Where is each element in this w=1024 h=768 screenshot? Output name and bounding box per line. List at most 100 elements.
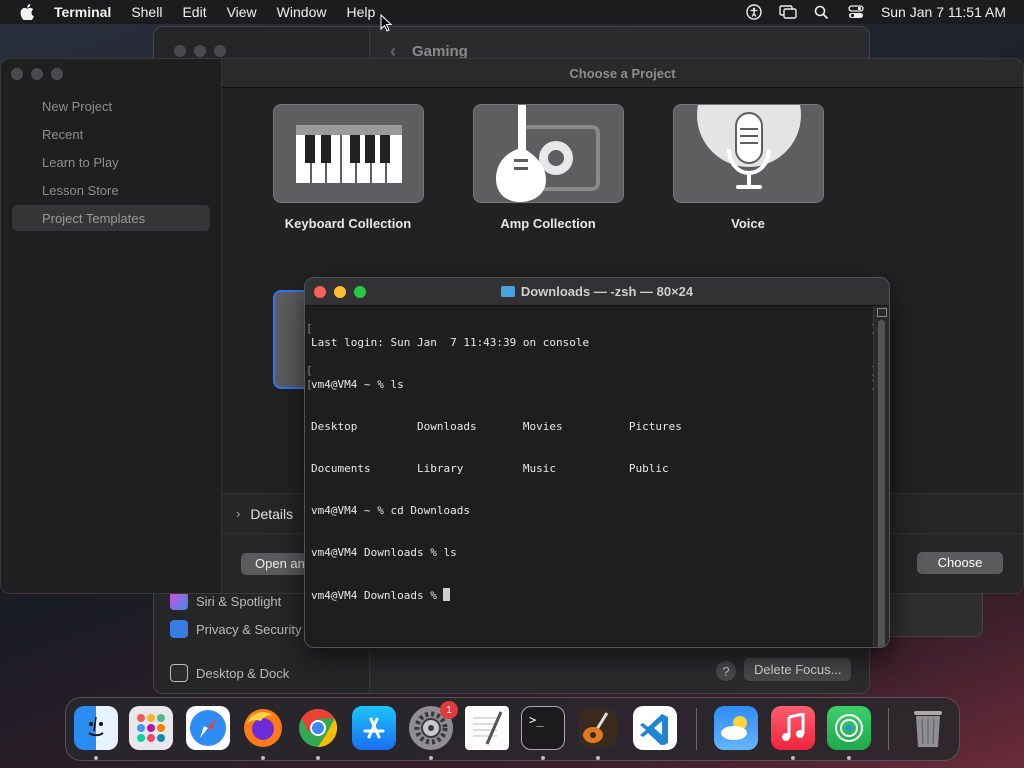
help-button[interactable]: ? — [716, 661, 736, 681]
control-center-icon[interactable] — [847, 3, 865, 21]
choose-button[interactable]: Choose — [917, 552, 1003, 574]
terminal-window: Downloads — -zsh — 80×24 Last login: Sun… — [304, 277, 890, 648]
running-indicator — [596, 756, 600, 760]
terminal-line: vm4@VM4 ~ % cd Downloads — [311, 504, 470, 517]
piano-keyboard-icon — [296, 125, 402, 183]
desktop-dock-icon — [170, 664, 188, 682]
keyboard-collection-tile[interactable] — [273, 104, 424, 203]
textedit-icon[interactable] — [465, 706, 509, 750]
dock-separator — [696, 708, 697, 750]
safari-icon[interactable] — [186, 706, 230, 750]
siri-icon — [170, 592, 188, 610]
chrome-logo-icon — [299, 708, 338, 748]
terminal-titlebar[interactable]: Downloads — -zsh — 80×24 — [305, 278, 889, 306]
settings-item-desktop-dock[interactable]: Desktop & Dock — [170, 664, 289, 682]
system-settings-icon[interactable]: 1 — [409, 701, 458, 750]
firefox-logo-icon — [244, 709, 282, 747]
details-label: Details — [250, 505, 294, 522]
menu-bar: Terminal Shell Edit View Window Help Sun… — [0, 0, 1024, 24]
compass-icon — [190, 710, 226, 746]
finder-face-icon — [88, 716, 104, 737]
launchpad-grid-icon — [137, 714, 165, 742]
accessibility-icon[interactable] — [745, 3, 763, 21]
finder-icon[interactable] — [74, 706, 118, 750]
nav-project-templates[interactable]: Project Templates — [42, 211, 145, 226]
menu-app-name[interactable]: Terminal — [54, 4, 111, 20]
running-indicator — [541, 756, 545, 760]
cloud-sun-icon — [721, 716, 747, 740]
amp-collection-tile[interactable] — [473, 104, 624, 203]
dock: 1 >_ — [65, 697, 960, 761]
running-indicator — [429, 756, 433, 760]
tile-label: Amp Collection — [500, 216, 596, 231]
terminal-line: vm4@VM4 Downloads % ls — [311, 546, 457, 559]
music-note-icon — [782, 713, 805, 741]
privacy-hand-icon — [170, 620, 188, 638]
weather-icon[interactable] — [714, 706, 758, 750]
garageband-icon[interactable] — [576, 706, 620, 750]
menu-help[interactable]: Help — [346, 4, 375, 20]
voice-tile[interactable] — [673, 104, 824, 203]
mark-bracket: [ — [306, 378, 313, 391]
terminal-icon[interactable]: >_ — [521, 706, 565, 750]
project-sidebar: New Project Recent Learn to Play Lesson … — [1, 59, 222, 593]
terminal-prompt: vm4@VM4 Downloads % — [311, 589, 444, 602]
music-icon[interactable] — [771, 706, 815, 750]
app-store-icon[interactable] — [352, 706, 396, 750]
settings-item-label: Privacy & Security — [196, 621, 302, 637]
gb-traffic-lights — [11, 68, 63, 80]
running-indicator — [261, 756, 265, 760]
terminal-scrollbar[interactable] — [873, 306, 889, 647]
settings-item-siri[interactable]: Siri & Spotlight — [170, 592, 281, 610]
terminal-prompt-line: vm4@VM4 Downloads % — [311, 588, 871, 602]
split-pane-icon[interactable] — [877, 308, 887, 317]
find-my-icon[interactable] — [827, 706, 871, 750]
running-indicator — [847, 756, 851, 760]
nav-lesson-store[interactable]: Lesson Store — [42, 183, 119, 198]
settings-item-label: Siri & Spotlight — [196, 593, 282, 609]
zoom-button[interactable] — [354, 286, 366, 298]
guitar-amp-icon — [496, 105, 600, 202]
app-store-a-icon — [363, 717, 385, 739]
microphone-icon — [697, 105, 801, 189]
running-indicator — [316, 756, 320, 760]
menu-window[interactable]: Window — [277, 4, 327, 20]
screen-mirroring-icon[interactable] — [779, 3, 797, 21]
chooser-title: Choose a Project — [222, 59, 1023, 88]
nav-new-project[interactable]: New Project — [42, 99, 112, 114]
terminal-line: Last login: Sun Jan 7 11:43:39 on consol… — [311, 336, 590, 349]
apple-menu-icon[interactable] — [0, 4, 54, 20]
trash-can-icon — [914, 711, 942, 747]
text-cursor — [443, 588, 451, 601]
scrollbar-thumb[interactable] — [878, 320, 885, 647]
mouse-cursor-icon — [380, 14, 392, 32]
delete-focus-button[interactable]: Delete Focus... — [744, 658, 852, 681]
notification-badge: 1 — [440, 701, 458, 719]
menu-edit[interactable]: Edit — [182, 4, 206, 20]
trash-icon[interactable] — [906, 706, 950, 750]
pen-paper-icon — [473, 711, 503, 745]
terminal-prompt-glyph-icon: >_ — [529, 713, 544, 727]
menu-shell[interactable]: Shell — [131, 4, 162, 20]
menu-clock[interactable]: Sun Jan 7 11:51 AM — [881, 4, 1006, 20]
settings-item-privacy[interactable]: Privacy & Security — [170, 620, 301, 638]
nav-learn-to-play[interactable]: Learn to Play — [42, 155, 119, 170]
minimize-button[interactable] — [334, 286, 346, 298]
spotlight-search-icon[interactable] — [813, 3, 831, 21]
terminal-title: Downloads — -zsh — 80×24 — [520, 284, 694, 299]
terminal-line: vm4@VM4 ~ % ls — [311, 378, 404, 391]
terminal-line: Documents Library Music Public — [311, 462, 669, 475]
terminal-output[interactable]: Last login: Sun Jan 7 11:43:39 on consol… — [311, 308, 871, 630]
terminal-traffic-lights — [314, 286, 366, 298]
guitar-icon — [579, 709, 617, 747]
settings-traffic-lights — [174, 45, 226, 57]
nav-recent[interactable]: Recent — [42, 127, 83, 142]
radar-icon — [835, 714, 863, 742]
vscode-icon[interactable] — [633, 706, 677, 750]
chrome-icon[interactable] — [296, 706, 340, 750]
launchpad-icon[interactable] — [129, 706, 173, 750]
firefox-icon[interactable] — [241, 706, 285, 750]
close-button[interactable] — [314, 286, 326, 298]
menu-view[interactable]: View — [227, 4, 257, 20]
tile-label: Keyboard Collection — [284, 216, 412, 231]
